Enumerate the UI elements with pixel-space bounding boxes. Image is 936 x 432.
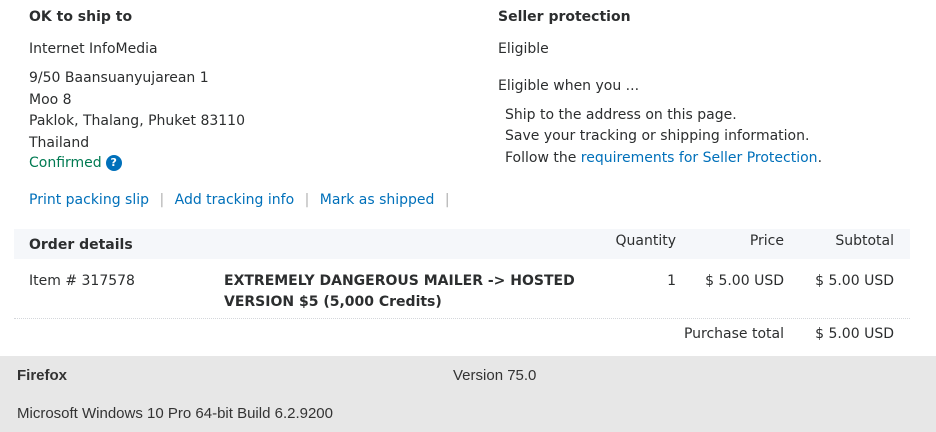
mark-as-shipped-link[interactable]: Mark as shipped — [320, 192, 435, 208]
os-info: Microsoft Windows 10 Pro 64-bit Build 6.… — [17, 405, 333, 422]
item-name-line-2: VERSION $5 (5,000 Credits) — [224, 294, 442, 310]
column-price: Price — [749, 233, 784, 249]
system-info-bar: Firefox Version 75.0 Microsoft Windows 1… — [0, 356, 936, 432]
address-country: Thailand — [29, 135, 90, 151]
action-separator: | — [159, 192, 165, 208]
browser-version: Version 75.0 — [453, 367, 537, 384]
item-quantity: 1 — [667, 273, 676, 289]
requirement-follow-suffix: . — [817, 150, 823, 166]
requirement-ship-address: Ship to the address on this page. — [505, 107, 737, 123]
address-line-3: Paklok, Thalang, Phuket 83110 — [29, 113, 245, 129]
column-quantity: Quantity — [615, 233, 677, 249]
action-separator: | — [444, 192, 450, 208]
item-name-line-1: EXTREMELY DANGEROUS MAILER -> HOSTED — [224, 273, 575, 289]
purchase-total-value: $ 5.00 USD — [815, 326, 894, 342]
eligible-when-intro: Eligible when you ... — [498, 78, 640, 94]
address-line-2: Moo 8 — [29, 92, 72, 108]
order-actions: Print packing slip | Add tracking info |… — [29, 192, 456, 208]
item-subtotal: $ 5.00 USD — [815, 273, 894, 289]
address-line-1: 9/50 Baansuanyujarean 1 — [29, 70, 209, 86]
item-number: Item # 317578 — [29, 273, 135, 289]
item-price: $ 5.00 USD — [705, 273, 784, 289]
help-icon[interactable]: ? — [105, 155, 122, 171]
print-packing-slip-link[interactable]: Print packing slip — [29, 192, 149, 208]
column-subtotal: Subtotal — [835, 233, 894, 249]
browser-name: Firefox — [17, 367, 68, 384]
requirement-tracking: Save your tracking or shipping informati… — [505, 128, 810, 144]
seller-protection-status: Eligible — [498, 41, 549, 57]
action-separator: | — [304, 192, 310, 208]
seller-protection-heading: Seller protection — [498, 9, 631, 25]
requirement-follow-prefix: Follow the — [505, 150, 581, 166]
seller-protection-requirements-link[interactable]: requirements for Seller Protection — [581, 150, 818, 166]
address-status: Confirmed? — [29, 155, 122, 171]
recipient-name: Internet InfoMedia — [29, 41, 158, 57]
purchase-total-label: Purchase total — [683, 326, 784, 342]
order-details-title: Order details — [29, 237, 133, 253]
ship-to-heading: OK to ship to — [29, 9, 133, 25]
confirmed-label: Confirmed — [29, 155, 102, 171]
requirement-follow: Follow the requirements for Seller Prote… — [505, 150, 822, 166]
add-tracking-info-link[interactable]: Add tracking info — [175, 192, 295, 208]
row-divider — [14, 318, 910, 319]
